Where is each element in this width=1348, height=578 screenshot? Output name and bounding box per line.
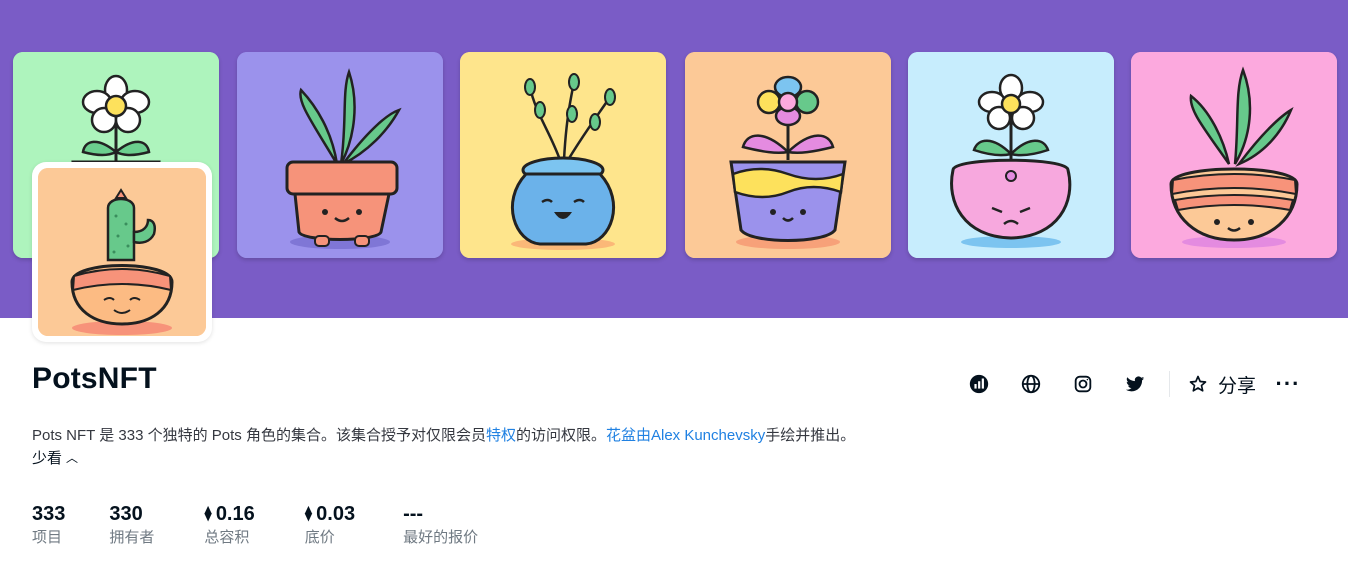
stat-floor-value: 0.03 (316, 503, 356, 525)
author-link[interactable]: 花盆由Alex Kunchevsky (606, 427, 765, 444)
stat-best-offer-value: --- (403, 503, 424, 525)
stat-floor-price[interactable]: ⧫ 0.03 底价 (305, 501, 355, 549)
collection-description: Pots NFT 是 333 个独特的 Pots 角色的集合。该集合授予对仅限会… (32, 425, 855, 447)
twitter-button[interactable] (1109, 364, 1161, 404)
collection-stats: 333 项目 330 拥有者 ⧫ 0.16 总容积 ⧫ 0.03 底价 --- … (32, 501, 506, 549)
more-options-button[interactable]: ··· (1268, 364, 1308, 404)
privileges-link[interactable]: 特权 (486, 427, 516, 444)
instagram-icon (1074, 375, 1092, 393)
share-button[interactable]: 分享 (1178, 371, 1268, 398)
stat-floor-label: 底价 (304, 529, 335, 546)
stat-best-offer[interactable]: --- 最好的报价 (403, 501, 478, 549)
banner-tile-orange-bowl-pot (1131, 52, 1337, 258)
stat-items-label: 项目 (32, 529, 63, 546)
see-less-label: 少看 (32, 450, 63, 467)
share-label: 分享 (1217, 375, 1256, 397)
stat-volume-value-row: ⧫ 0.16 (204, 501, 254, 527)
ethereum-icon: ⧫ (204, 505, 212, 522)
collection-actions: 分享 ··· (953, 364, 1308, 404)
instagram-button[interactable] (1057, 364, 1109, 404)
description-text-1: Pots NFT 是 333 个独特的 Pots 角色的集合。该集合授予对仅限会… (32, 427, 486, 444)
stat-items[interactable]: 333 项目 (32, 501, 65, 549)
actions-divider (1168, 371, 1170, 397)
banner-tile-blue-sprout-pot (460, 52, 666, 258)
stat-volume-label: 总容积 (204, 529, 250, 546)
stat-best-offer-label: 最好的报价 (403, 529, 479, 546)
stat-owners-label: 拥有者 (109, 529, 155, 546)
activity-icon (969, 374, 989, 394)
banner-tile-purple-flower-pot (685, 52, 891, 258)
description-text-2: 的访问权限。 (515, 427, 606, 444)
star-icon (1189, 375, 1207, 392)
website-button[interactable] (1005, 364, 1057, 404)
banner-tile-terracotta-pot (237, 52, 443, 258)
twitter-icon (1125, 376, 1145, 392)
stat-volume[interactable]: ⧫ 0.16 总容积 (204, 501, 254, 549)
stat-owners-value: 330 (109, 503, 143, 525)
cactus-pot-avatar-icon (38, 168, 206, 336)
stat-volume-value: 0.16 (215, 503, 255, 525)
collection-title: PotsNFT (32, 362, 157, 395)
chevron-up-icon: ︿ (66, 451, 79, 465)
see-less-toggle[interactable]: 少看 ︿ (32, 448, 78, 470)
stat-owners[interactable]: 330 拥有者 (109, 501, 154, 549)
stat-items-value: 333 (32, 503, 66, 525)
collection-avatar[interactable] (32, 162, 212, 342)
description-text-3: 手绘并推出。 (765, 427, 856, 444)
stat-floor-value-row: ⧫ 0.03 (305, 501, 355, 527)
globe-icon (1021, 374, 1041, 394)
activity-button[interactable] (953, 364, 1005, 404)
ethereum-icon: ⧫ (304, 505, 313, 522)
banner-tile-pink-daisy-pot (908, 52, 1114, 258)
